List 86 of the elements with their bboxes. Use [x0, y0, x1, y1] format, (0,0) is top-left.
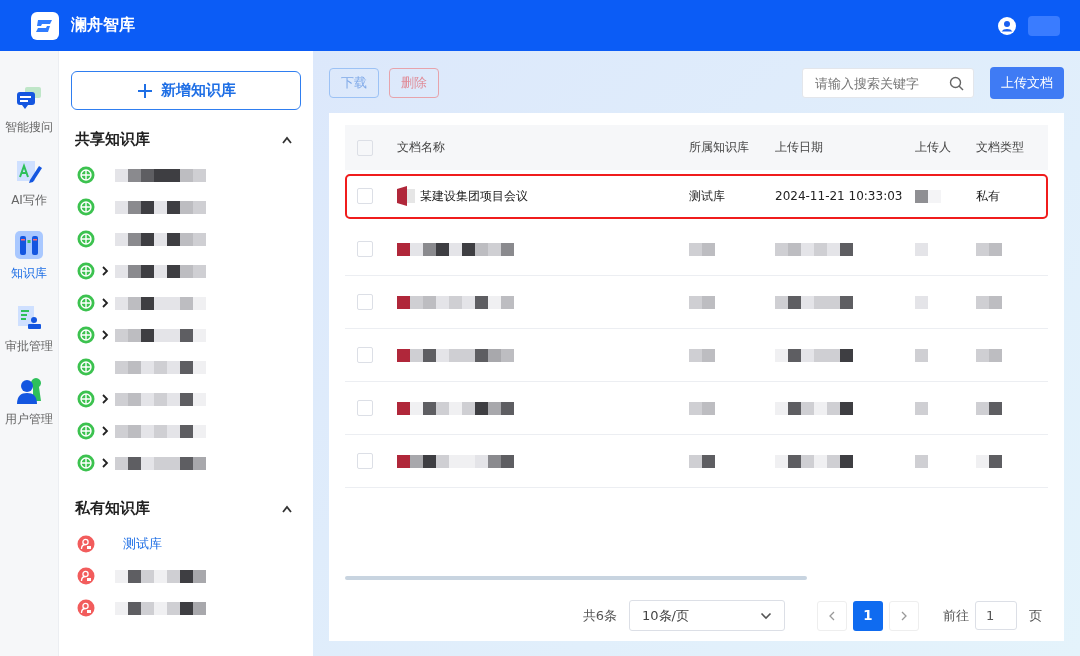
globe-icon — [77, 454, 95, 472]
user-lock-icon — [77, 535, 95, 553]
globe-icon — [77, 166, 95, 184]
column-header: 文档类型 — [976, 139, 1025, 156]
plus-icon — [136, 82, 153, 99]
row-checkbox[interactable] — [357, 400, 373, 416]
redacted-text — [689, 454, 715, 468]
library-item[interactable]: 测试库 — [123, 535, 162, 553]
column-header: 所属知识库 — [689, 139, 750, 156]
column-header: 上传日期 — [775, 139, 824, 156]
chevron-left-icon — [828, 610, 836, 621]
section-title: 共享知识库 — [75, 130, 150, 149]
globe-icon — [77, 262, 95, 280]
redacted-text — [689, 242, 715, 256]
chevron-right-icon — [900, 610, 908, 621]
users-icon — [15, 377, 43, 405]
pen-icon — [15, 158, 43, 186]
search-icon — [949, 76, 964, 91]
nav-item[interactable]: 知识库 — [11, 231, 47, 282]
redacted-text — [915, 401, 928, 415]
redacted-text — [689, 401, 715, 415]
globe-icon — [77, 294, 95, 312]
row-checkbox[interactable] — [357, 453, 373, 469]
nav-item[interactable]: AI写作 — [11, 158, 47, 209]
redacted-text — [915, 242, 928, 256]
redacted-text — [915, 295, 928, 309]
redacted-text — [976, 348, 1002, 362]
chevron-right-icon[interactable] — [101, 458, 109, 468]
column-header: 文档名称 — [397, 139, 446, 156]
page-input-field[interactable]: 1 — [975, 601, 1017, 630]
redacted-text — [976, 454, 1002, 468]
row-checkbox[interactable] — [357, 188, 373, 204]
app-title: 澜舟智库 — [71, 15, 135, 36]
redacted-text — [1028, 15, 1060, 36]
chevron-up-icon[interactable] — [281, 135, 293, 144]
user-lock-icon — [77, 567, 95, 585]
globe-icon — [77, 198, 95, 216]
select-all-checkbox[interactable] — [357, 139, 373, 156]
redacted-text — [976, 295, 1002, 309]
new-library-button[interactable]: 新增知识库 — [71, 71, 301, 110]
redacted-text — [976, 242, 1002, 256]
page-size-dropdown[interactable]: 10条/页 — [629, 600, 785, 631]
chevron-right-icon[interactable] — [101, 394, 109, 404]
horizontal-scrollbar[interactable] — [345, 576, 807, 580]
user-avatar-icon[interactable] — [998, 16, 1016, 35]
goto-label: 前往 — [943, 606, 969, 625]
nav-item[interactable]: 审批管理 — [5, 304, 53, 355]
document-name: 某建设集团项目会议 — [420, 187, 528, 205]
total-count: 共6条 — [582, 606, 617, 625]
chevron-down-icon — [760, 611, 772, 620]
globe-icon — [77, 230, 95, 248]
section-title: 私有知识库 — [75, 499, 150, 518]
logo-icon — [31, 11, 59, 40]
chevron-right-icon[interactable] — [101, 266, 109, 276]
redacted-text — [915, 348, 928, 362]
redacted-text — [689, 348, 715, 362]
chevron-right-icon[interactable] — [101, 426, 109, 436]
upload-button[interactable]: 上传文档 — [990, 67, 1064, 99]
page-unit: 页 — [1029, 606, 1042, 625]
page-button[interactable]: 1 — [853, 600, 883, 631]
redacted-text — [915, 454, 928, 468]
user-lock-icon — [77, 599, 95, 617]
table-cell-text: 测试库 — [689, 187, 726, 205]
row-checkbox[interactable] — [357, 241, 373, 257]
document-stamp-icon — [15, 304, 43, 332]
column-header: 上传人 — [915, 139, 952, 156]
globe-icon — [77, 422, 95, 440]
chevron-right-icon[interactable] — [101, 298, 109, 308]
redacted-text — [915, 189, 941, 203]
books-icon — [15, 231, 43, 259]
row-checkbox[interactable] — [357, 347, 373, 363]
chevron-right-icon[interactable] — [101, 330, 109, 340]
globe-icon — [77, 358, 95, 376]
redacted-text — [976, 401, 1002, 415]
globe-icon — [77, 390, 95, 408]
table-cell-text: 2024-11-21 10:33:03 — [775, 189, 904, 203]
nav-item[interactable]: 智能搜问 — [5, 85, 53, 136]
globe-icon — [77, 326, 95, 344]
chevron-up-icon[interactable] — [281, 504, 293, 513]
nav-item[interactable]: 用户管理 — [5, 377, 53, 428]
redacted-text — [689, 295, 715, 309]
table-cell-text: 私有 — [976, 187, 1001, 205]
search-field[interactable]: 请输入搜索关键字 — [802, 68, 974, 98]
highlighted-row[interactable]: 某建设集团项目会议 测试库 2024-11-21 10:33:03 私有 — [345, 174, 1048, 219]
row-checkbox[interactable] — [357, 294, 373, 310]
pdf-file-icon — [397, 186, 415, 206]
